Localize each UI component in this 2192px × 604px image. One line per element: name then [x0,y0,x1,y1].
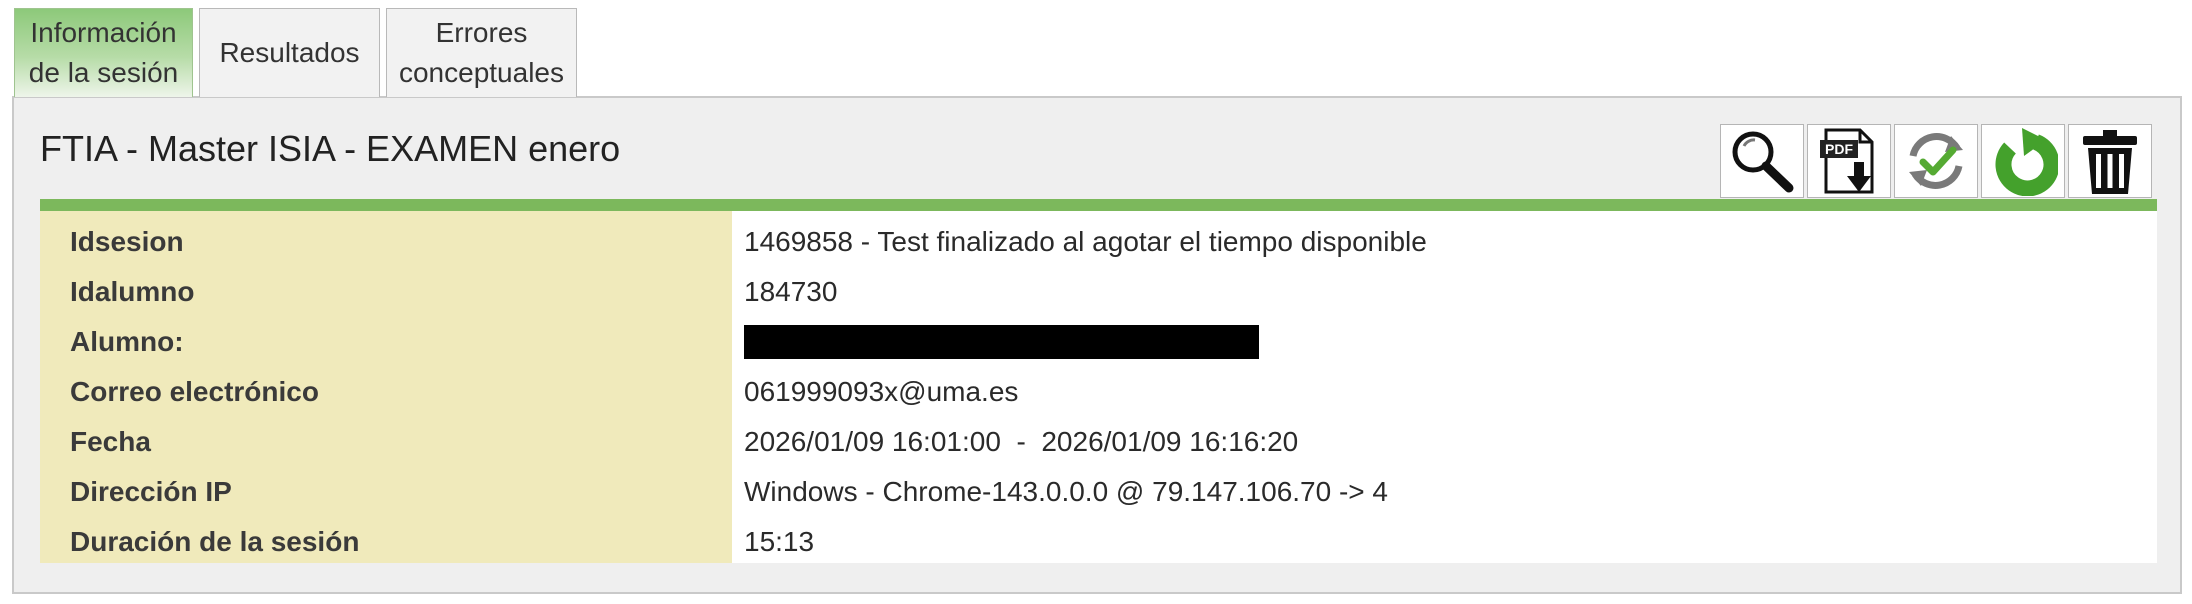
delete-button[interactable] [2068,124,2152,198]
value-email: 061999093x@uma.es [744,376,1019,407]
label-ip-address: Dirección IP [70,476,232,507]
toolbar: PDF [1720,124,2152,199]
label-alumno: Alumno: [70,326,184,357]
label-session-duration: Duración de la sesión [70,526,360,557]
refresh-check-icon [1909,133,1963,189]
session-panel: FTIA - Master ISIA - EXAMEN enero PDF Id… [12,96,2182,594]
label-date: Fecha [70,426,151,457]
value-alumno [744,317,2157,367]
download-pdf-button[interactable]: PDF [1807,124,1891,198]
session-viewer: Información de la sesión Resultados Erro… [0,0,2192,604]
session-info-table: Idsesion Idalumno Alumno: Correo electró… [40,211,2157,563]
tab-session-info[interactable]: Información de la sesión [14,8,193,97]
values-column: 1469858 - Test finalizado al agotar el t… [732,211,2157,563]
labels-column: Idsesion Idalumno Alumno: Correo electró… [40,211,732,563]
svg-text:PDF: PDF [1825,141,1853,157]
value-date: 2026/01/09 16:01:00 - 2026/01/09 16:16:2… [744,426,1299,457]
tab-conceptual-errors[interactable]: Errores conceptuales [386,8,577,97]
trash-icon [2083,130,2137,194]
tab-bar: Información de la sesión Resultados Erro… [14,8,577,97]
redacted-name [744,324,1259,359]
recalculate-button[interactable] [1894,124,1978,198]
pdf-download-icon: PDF [1820,128,1874,194]
label-email: Correo electrónico [70,376,319,407]
tab-results[interactable]: Resultados [199,8,380,97]
header-divider [40,199,2157,211]
undo-icon [1995,128,2058,196]
reset-button[interactable] [1981,124,2065,198]
label-idalumno: Idalumno [70,276,195,307]
value-idsesion: 1469858 - Test finalizado al agotar el t… [744,226,1427,257]
value-session-duration: 15:13 [744,526,815,557]
value-ip-address: Windows - Chrome-143.0.0.0 @ 79.147.106.… [744,476,1388,507]
value-idalumno: 184730 [744,276,838,307]
magnifier-icon [1732,131,1794,193]
view-button[interactable] [1720,124,1804,198]
page-title: FTIA - Master ISIA - EXAMEN enero [40,128,621,169]
label-idsesion: Idsesion [70,226,184,257]
